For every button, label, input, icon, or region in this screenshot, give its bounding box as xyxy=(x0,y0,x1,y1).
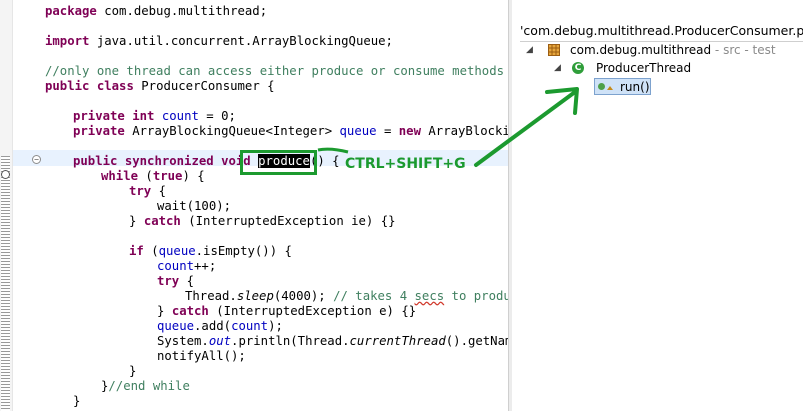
code-line: wait(100); xyxy=(157,199,232,213)
code-line: while (true) { xyxy=(101,169,205,183)
code-line: package com.debug.multithread; xyxy=(45,4,268,18)
code-line: try { xyxy=(129,184,167,198)
package-label: com.debug.multithread xyxy=(570,43,712,57)
debug-marker-icon xyxy=(1,170,10,179)
tree-item-class-label[interactable]: ProducerThread xyxy=(596,60,691,76)
class-icon: C xyxy=(572,62,584,74)
method-label: run() xyxy=(620,80,650,94)
code-line: try { xyxy=(157,274,195,288)
tree-item-method-label[interactable]: run() xyxy=(620,79,650,95)
code-line: } catch (InterruptedException e) {} xyxy=(157,304,417,318)
default-access-icon xyxy=(607,86,613,90)
annotation-shortcut-label: CTRL+SHIFT+G xyxy=(345,156,466,172)
code-line: private int count = 0; xyxy=(73,109,236,123)
code-line: }//end while xyxy=(101,379,190,393)
gutter-overview-bar xyxy=(1,156,10,411)
annotation-highlight-box xyxy=(240,150,317,175)
call-hierarchy-view: 'com.debug.multithread.ProducerConsumer.… xyxy=(512,0,803,411)
code-line: private ArrayBlockingQueue<Integer> queu… xyxy=(73,124,508,138)
code-line: queue.add(count); xyxy=(157,319,283,333)
code-line: public class ProducerConsumer { xyxy=(45,79,275,93)
fold-collapse-icon[interactable]: − xyxy=(32,155,41,164)
package-icon xyxy=(548,44,560,56)
code-line: System.out.println(Thread.currentThread(… xyxy=(157,334,508,348)
code-line: count++; xyxy=(157,259,217,273)
package-suffix: - src - test xyxy=(711,43,776,57)
code-line: notifyAll(); xyxy=(157,349,246,363)
code-line: if (queue.isEmpty()) { xyxy=(129,244,292,258)
code-line: Thread.sleep(4000); // takes 4 secs to p… xyxy=(185,289,508,303)
method-icon xyxy=(598,83,605,90)
code-line: } catch (InterruptedException ie) {} xyxy=(129,214,396,228)
expanded-triangle-icon[interactable]: ◢ xyxy=(526,42,533,58)
code-line: } xyxy=(129,364,137,378)
expanded-triangle-icon[interactable]: ◢ xyxy=(554,60,561,76)
code-line: //only one thread can access either prod… xyxy=(45,64,508,78)
editor-gutter xyxy=(0,0,13,411)
class-label: ProducerThread xyxy=(596,61,692,75)
code-line: } xyxy=(73,394,81,408)
tree-item-package-label[interactable]: com.debug.multithread - src - test xyxy=(570,42,776,58)
code-editor[interactable]: − package com.debug.multithread; import … xyxy=(0,0,508,411)
hierarchy-title: 'com.debug.multithread.ProducerConsumer.… xyxy=(520,23,803,38)
code-line: import java.util.concurrent.ArrayBlockin… xyxy=(45,34,393,48)
